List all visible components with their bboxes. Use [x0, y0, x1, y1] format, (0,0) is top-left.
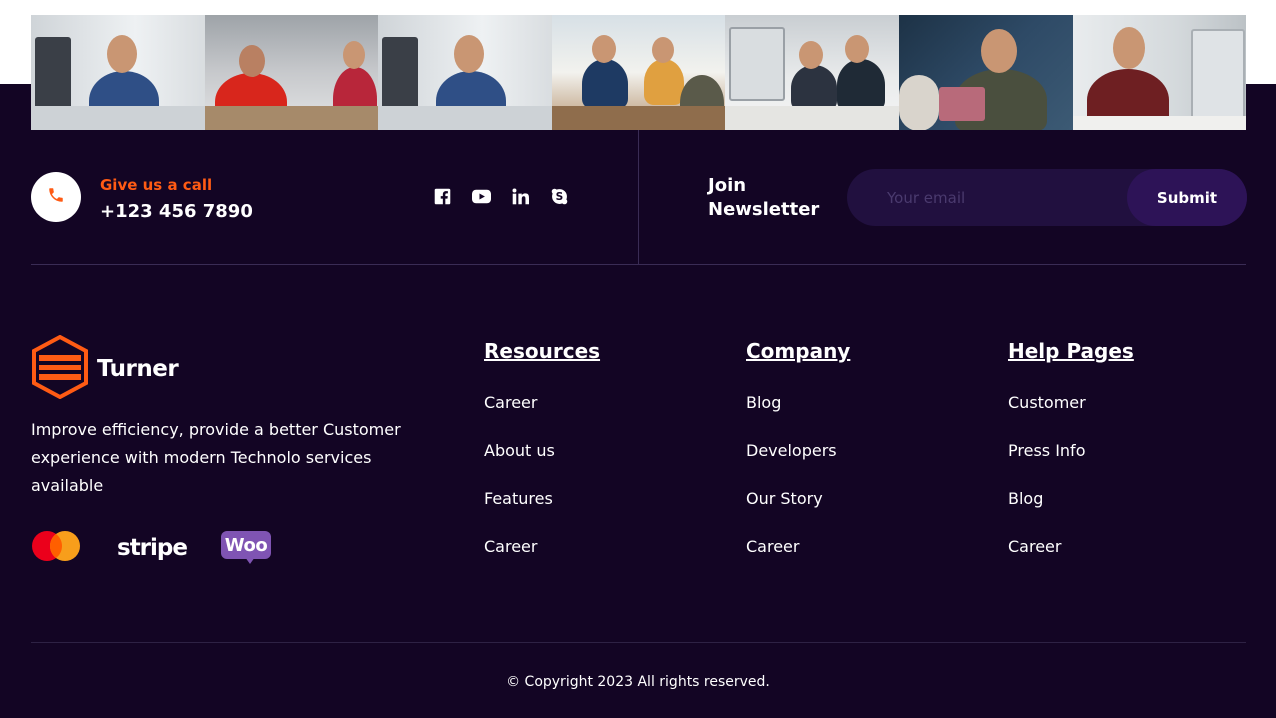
facebook-icon[interactable] — [433, 187, 452, 206]
newsletter-title: Join Newsletter — [708, 175, 820, 220]
brand-name: Turner — [97, 356, 179, 382]
woo-badge-tail — [244, 557, 255, 564]
footer-link[interactable]: Career — [1008, 537, 1061, 556]
youtube-icon[interactable] — [472, 187, 491, 206]
footer-link[interactable]: Press Info — [1008, 441, 1085, 460]
email-input[interactable] — [847, 169, 1127, 226]
horizontal-divider — [31, 264, 1246, 265]
phone-number[interactable]: +123 456 7890 — [100, 201, 253, 222]
gallery-photo[interactable] — [898, 15, 1073, 130]
footer-link[interactable]: Career — [484, 537, 537, 556]
social-links: S — [433, 187, 569, 206]
submit-button[interactable]: Submit — [1127, 169, 1247, 226]
linkedin-icon[interactable] — [511, 187, 530, 206]
svg-text:S: S — [556, 190, 564, 203]
newsletter-form: Submit — [847, 169, 1247, 226]
hexagon-logo-icon — [31, 334, 89, 403]
footer-link[interactable]: Career — [746, 537, 799, 556]
column-title: Company — [746, 339, 851, 363]
bottom-divider — [31, 642, 1246, 643]
gallery-photo[interactable] — [378, 15, 552, 130]
gallery-photo[interactable] — [725, 15, 899, 130]
company-column: Company Blog Developers Our Story Career — [746, 338, 850, 585]
column-title: Help Pages — [1008, 339, 1134, 363]
skype-icon[interactable]: S — [550, 187, 569, 206]
brand-logo[interactable]: Turner — [31, 334, 179, 403]
woo-badge: Woo — [220, 531, 271, 559]
photo-gallery — [31, 15, 1246, 130]
footer-link[interactable]: Career — [484, 393, 537, 412]
footer-link[interactable]: About us — [484, 441, 555, 460]
gallery-photo[interactable] — [551, 15, 726, 130]
footer-link[interactable]: Blog — [746, 393, 781, 412]
payment-methods: stripe Woo — [31, 530, 273, 566]
footer-link[interactable]: Features — [484, 489, 553, 508]
gallery-photo[interactable] — [204, 15, 379, 130]
copyright-text: © Copyright 2023 All rights reserved. — [506, 674, 770, 690]
help-pages-column: Help Pages Customer Press Info Blog Care… — [1008, 338, 1134, 585]
footer-link[interactable]: Our Story — [746, 489, 823, 508]
column-title: Resources — [484, 339, 601, 363]
call-label: Give us a call — [100, 176, 213, 194]
mastercard-icon — [31, 530, 81, 566]
footer-link[interactable]: Customer — [1008, 393, 1086, 412]
vertical-divider — [638, 130, 639, 264]
gallery-photo[interactable] — [1072, 15, 1246, 130]
brand-description: Improve efficiency, provide a better Cus… — [31, 420, 401, 495]
phone-icon-circle[interactable] — [31, 172, 81, 222]
stripe-logo: stripe — [117, 535, 188, 561]
woocommerce-logo: Woo — [220, 531, 273, 565]
resources-column: Resources Career About us Features Caree… — [484, 338, 600, 585]
phone-icon — [47, 186, 65, 208]
footer-link[interactable]: Developers — [746, 441, 837, 460]
footer-link[interactable]: Blog — [1008, 489, 1043, 508]
gallery-photo[interactable] — [31, 15, 205, 130]
